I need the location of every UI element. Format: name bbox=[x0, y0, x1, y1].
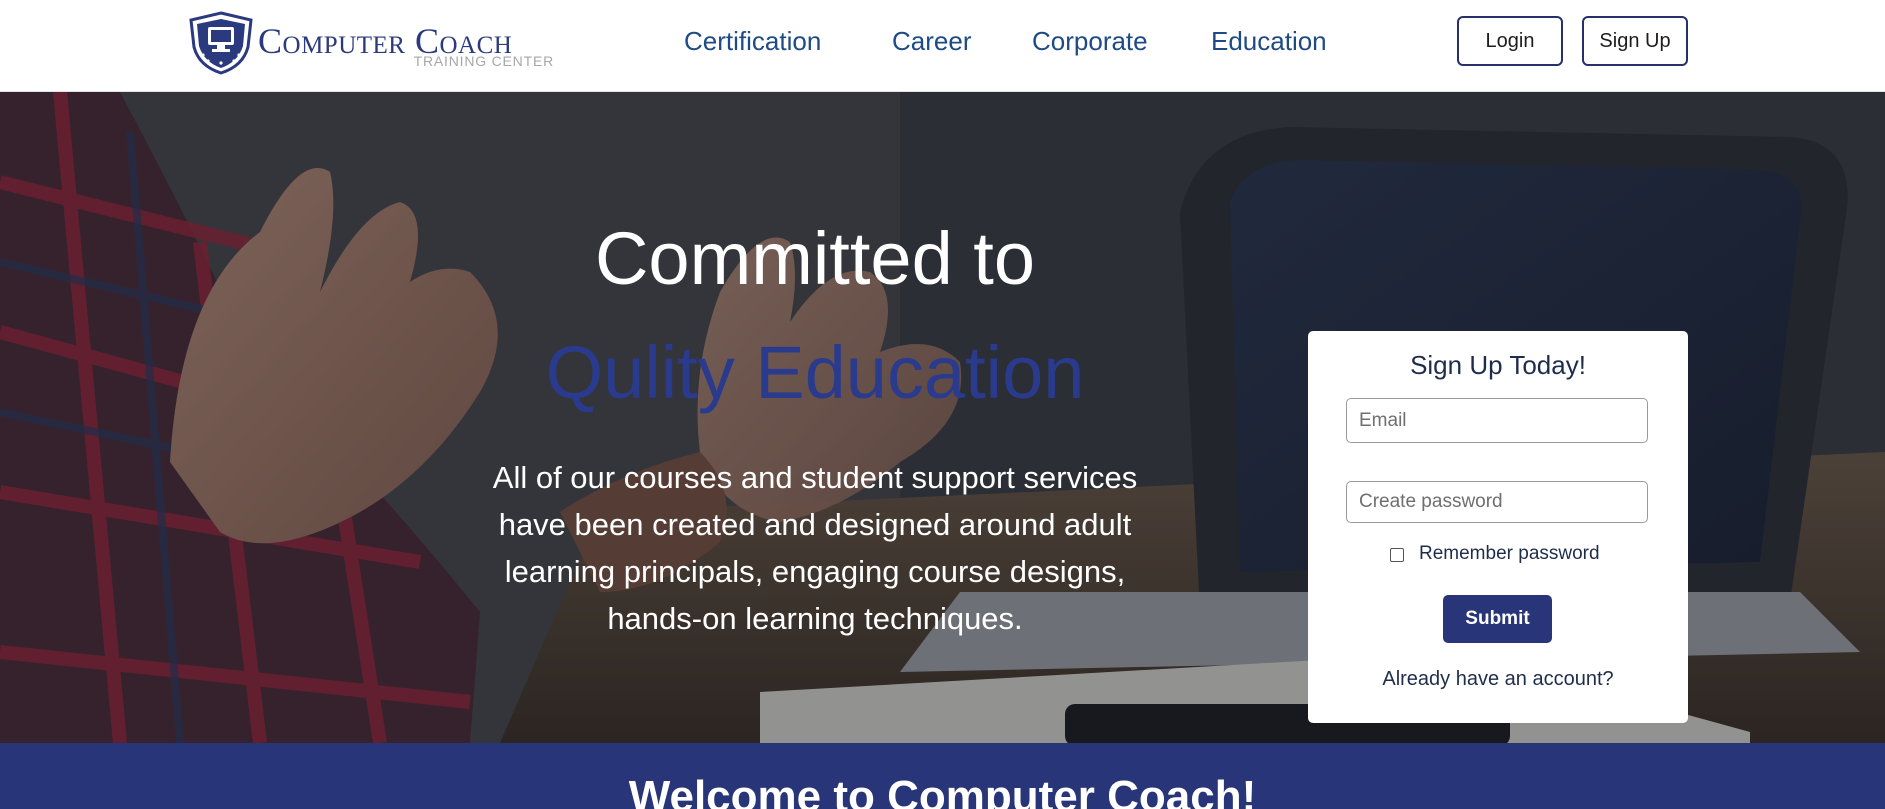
welcome-title: Welcome to Computer Coach! bbox=[628, 772, 1257, 809]
create-password-input[interactable] bbox=[1346, 481, 1648, 523]
remember-password-label: Remember password bbox=[1419, 543, 1600, 564]
nav-link-corporate[interactable]: Corporate bbox=[1032, 26, 1148, 57]
nav-link-certification[interactable]: Certification bbox=[684, 26, 821, 57]
already-have-account-link[interactable]: Already have an account? bbox=[1308, 668, 1688, 691]
nav-link-education[interactable]: Education bbox=[1211, 26, 1327, 57]
monitor-shield-icon bbox=[189, 11, 253, 75]
logo-subtitle: TRAINING CENTER bbox=[413, 53, 554, 69]
signup-card: Sign Up Today! Remember password Submit … bbox=[1308, 331, 1688, 723]
hero-section: Committed to Qulity Education All of our… bbox=[0, 92, 1885, 743]
submit-button[interactable]: Submit bbox=[1443, 595, 1552, 643]
hero-description: All of our courses and student support s… bbox=[492, 460, 1138, 636]
checkbox-unchecked-icon[interactable] bbox=[1390, 548, 1404, 562]
hero-headline-line2: Qulity Education bbox=[545, 331, 1085, 414]
welcome-section: Welcome to Computer Coach! bbox=[0, 743, 1885, 809]
login-button[interactable]: Login bbox=[1457, 16, 1563, 66]
signup-button[interactable]: Sign Up bbox=[1582, 16, 1688, 66]
signup-card-title: Sign Up Today! bbox=[1410, 350, 1586, 380]
email-input[interactable] bbox=[1346, 398, 1648, 443]
hero-headline-line1: Committed to bbox=[594, 217, 1036, 300]
nav-link-career[interactable]: Career bbox=[892, 26, 971, 57]
top-navbar: Computer Coach TRAINING CENTER Certifica… bbox=[0, 0, 1885, 92]
site-logo[interactable]: Computer Coach TRAINING CENTER bbox=[187, 11, 567, 75]
